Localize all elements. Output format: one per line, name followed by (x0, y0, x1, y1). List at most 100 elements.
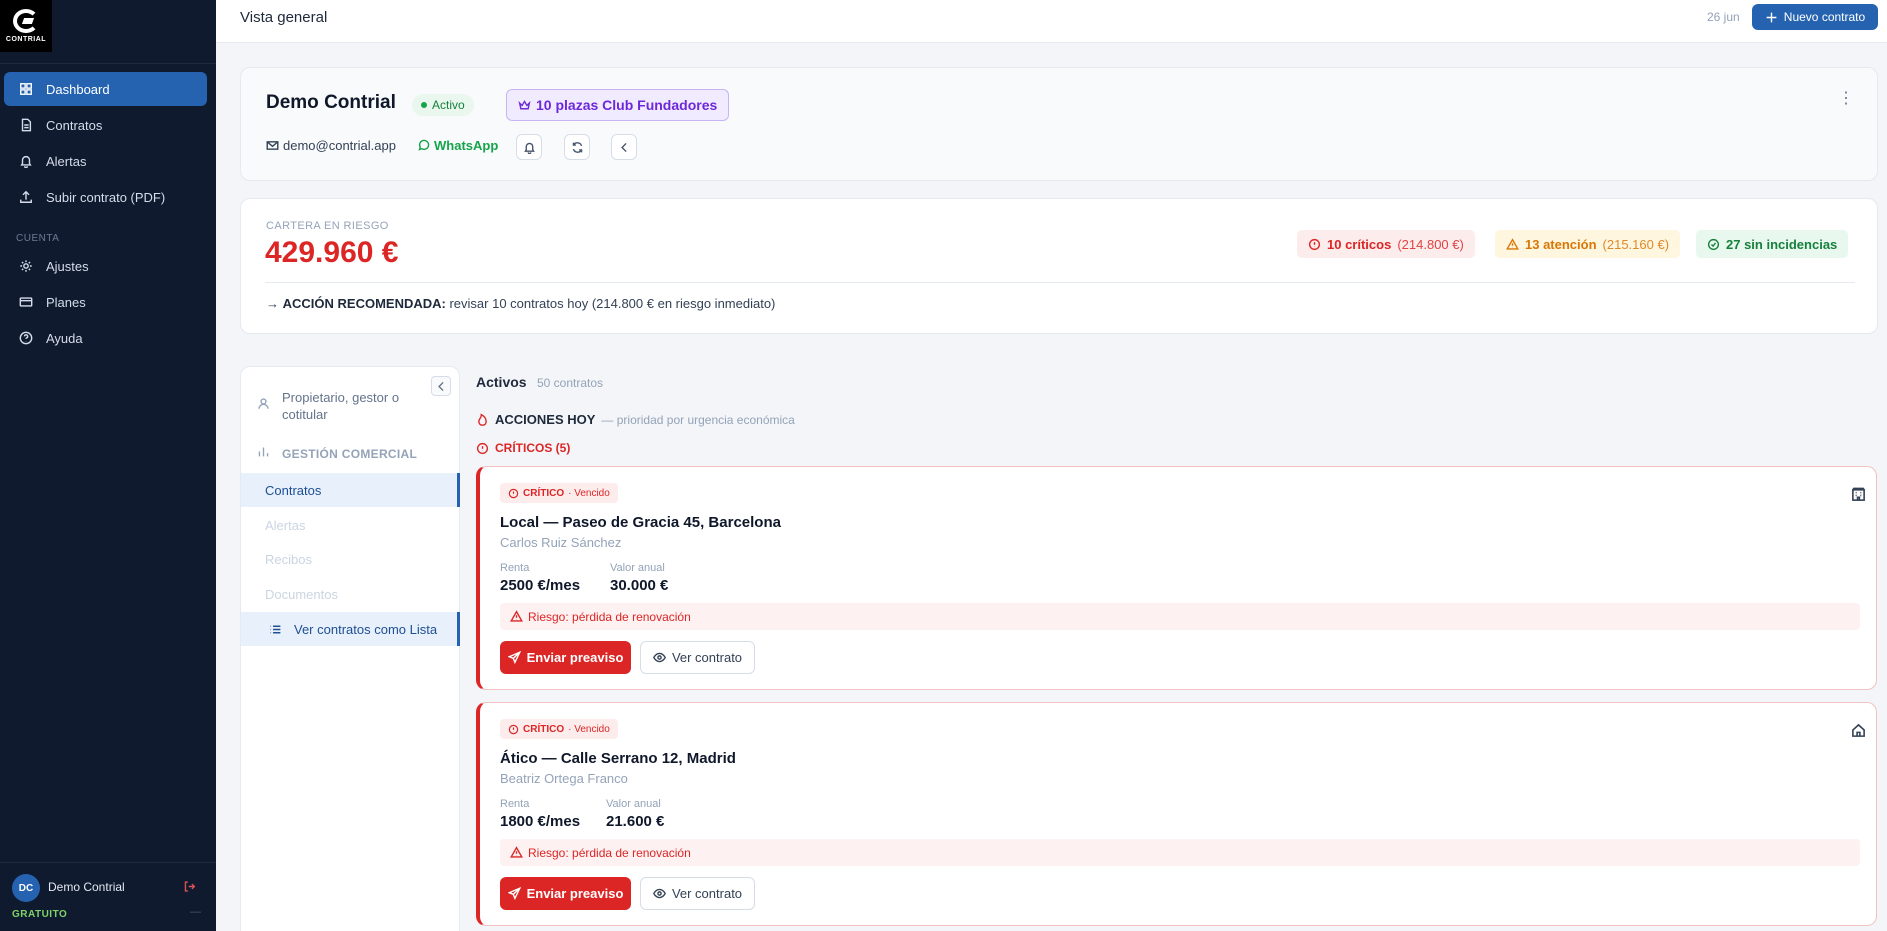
actions-today-note: — prioridad por urgencia económica (601, 412, 795, 427)
panel-item-recibos[interactable]: Recibos (241, 542, 460, 576)
club-label: 10 plazas Club Fundadores (536, 97, 718, 113)
sidebar-item-planes[interactable]: Planes (4, 285, 207, 319)
sidebar-item-label: Ayuda (46, 330, 83, 346)
critical-chip-label: 10 críticos (1327, 236, 1392, 252)
email-contact[interactable]: demo@contrial.app (266, 138, 396, 153)
actions-today-heading: ACCIONES HOY — prioridad por urgencia ec… (476, 412, 795, 427)
profile-card: Demo Contrial Activo 10 plazas Club Fund… (240, 67, 1878, 181)
send-icon (507, 887, 521, 900)
attention-chip-label: 13 atención (1525, 236, 1597, 252)
card-icon (18, 294, 34, 310)
crown-icon (518, 99, 531, 109)
bell-icon (523, 142, 535, 154)
sidebar-item-ayuda[interactable]: Ayuda (4, 321, 207, 355)
plan-badge: GRATUITO (12, 909, 68, 920)
flame-icon (478, 413, 487, 426)
panel-item-alertas[interactable]: Alertas (241, 508, 460, 542)
bell-icon (18, 153, 34, 169)
new-contract-button[interactable]: Nuevo contrato (1752, 4, 1878, 30)
chevron-left-icon (437, 381, 444, 391)
collapse-panel-button[interactable] (431, 376, 451, 396)
view-contract-button[interactable]: Ver contrato (640, 641, 755, 674)
topbar: Vista general 26 jun Nuevo contrato (216, 0, 1887, 43)
sidebar-item-label: Ajustes (46, 258, 89, 274)
view-contract-button[interactable]: Ver contrato (640, 877, 755, 910)
whatsapp-label: WhatsApp (434, 138, 499, 153)
panel-item-contratos[interactable]: Contratos (241, 473, 460, 507)
logout-icon[interactable] (183, 880, 196, 896)
sidebar-item-subir-contrato[interactable]: Subir contrato (PDF) (4, 180, 207, 214)
sidebar-item-label: Contratos (46, 117, 103, 133)
collapse-button[interactable] (611, 134, 637, 160)
help-icon (18, 330, 34, 346)
risk-summary-card: CARTERA EN RIESGO 429.960 € 10 críticos … (240, 198, 1878, 334)
club-fundadores-badge[interactable]: 10 plazas Club Fundadores (506, 89, 730, 121)
gear-icon (18, 258, 34, 274)
alert-circle-icon (508, 488, 519, 498)
building-icon (1851, 487, 1866, 507)
sidebar-item-label: Alertas (46, 153, 87, 169)
sidebar-item-ajustes[interactable]: Ajustes (4, 249, 207, 283)
risk-value: 429.960 € (265, 236, 399, 269)
critical-tag: CRÍTICO · Vencido (500, 483, 618, 503)
critical-tag-status: · Vencido (568, 487, 610, 499)
rent-label: Renta (500, 798, 530, 810)
view-contract-label: Ver contrato (671, 650, 743, 665)
new-contract-label: Nuevo contrato (1783, 10, 1866, 24)
refresh-icon (572, 141, 582, 153)
attention-chip[interactable]: 13 atención (215.160 €) (1495, 230, 1681, 258)
bar-chart-icon (257, 445, 270, 463)
send-icon (507, 651, 521, 664)
whatsapp-link[interactable]: WhatsApp (417, 138, 498, 153)
page-title: Vista general (240, 9, 328, 26)
refresh-button[interactable] (564, 134, 590, 160)
sidebar-item-dashboard[interactable]: Dashboard (4, 72, 207, 106)
critical-group-label: CRÍTICOS (5) (495, 441, 571, 455)
contract-title[interactable]: Local — Paseo de Gracia 45, Barcelona (500, 514, 781, 531)
list-view-button[interactable]: Ver contratos como Lista (241, 612, 460, 646)
alert-circle-icon (1308, 238, 1321, 250)
recommended-action: → ACCIÓN RECOMENDADA: revisar 10 contrat… (266, 296, 775, 311)
role-selector[interactable]: Propietario, gestor o cotitular (282, 389, 422, 423)
send-notice-button[interactable]: Enviar preaviso (500, 877, 631, 910)
list-view-label: Ver contratos como Lista (294, 621, 438, 637)
chevron-left-icon (620, 142, 627, 152)
mail-icon (266, 141, 279, 150)
user-name: Demo Contrial (48, 880, 125, 894)
sidebar-divider (0, 63, 216, 64)
contract-title[interactable]: Ático — Calle Serrano 12, Madrid (500, 750, 736, 767)
user-icon (257, 397, 270, 415)
risk-banner-text: Riesgo: pérdida de renovación (528, 609, 691, 624)
sidebar-item-label: Planes (46, 294, 86, 310)
risk-divider (265, 282, 1855, 283)
notifications-button[interactable] (516, 134, 542, 160)
contract-card[interactable]: CRÍTICO · Vencido Local — Paseo de Graci… (476, 466, 1877, 690)
critical-chip[interactable]: 10 críticos (214.800 €) (1297, 230, 1475, 258)
sidebar-item-contratos[interactable]: Contratos (4, 108, 207, 142)
send-notice-button[interactable]: Enviar preaviso (500, 641, 631, 674)
more-options-icon[interactable]: ⋮ (1838, 88, 1854, 108)
warning-triangle-icon (1506, 237, 1519, 250)
current-date: 26 jun (1707, 10, 1740, 24)
brand-logo[interactable]: CONTRIAL (0, 0, 52, 52)
critical-tag-status: · Vencido (568, 723, 610, 735)
panel-item-documentos[interactable]: Documentos (241, 577, 460, 611)
grid-icon (18, 81, 34, 97)
contract-tenant: Carlos Ruiz Sánchez (500, 535, 622, 550)
risk-banner: Riesgo: pérdida de renovación (500, 603, 1860, 630)
annual-label: Valor anual (606, 798, 661, 810)
view-contract-label: Ver contrato (671, 886, 743, 901)
avatar[interactable]: DC (12, 874, 40, 902)
sidebar-item-label: Subir contrato (PDF) (46, 189, 166, 205)
risk-banner-text: Riesgo: pérdida de renovación (528, 845, 691, 860)
critical-group-heading: CRÍTICOS (5) (476, 441, 570, 455)
annual-value: 21.600 € (606, 813, 665, 830)
plus-icon (1766, 12, 1777, 22)
email-text: demo@contrial.app (283, 138, 396, 153)
attention-chip-amount: (215.160 €) (1602, 236, 1670, 252)
contract-card[interactable]: CRÍTICO · Vencido Ático — Calle Serrano … (476, 702, 1877, 926)
active-heading: Activos (476, 374, 527, 390)
status-badge: Activo (412, 94, 474, 116)
sidebar-item-alertas[interactable]: Alertas (4, 144, 207, 178)
ok-chip[interactable]: 27 sin incidencias (1696, 230, 1849, 258)
